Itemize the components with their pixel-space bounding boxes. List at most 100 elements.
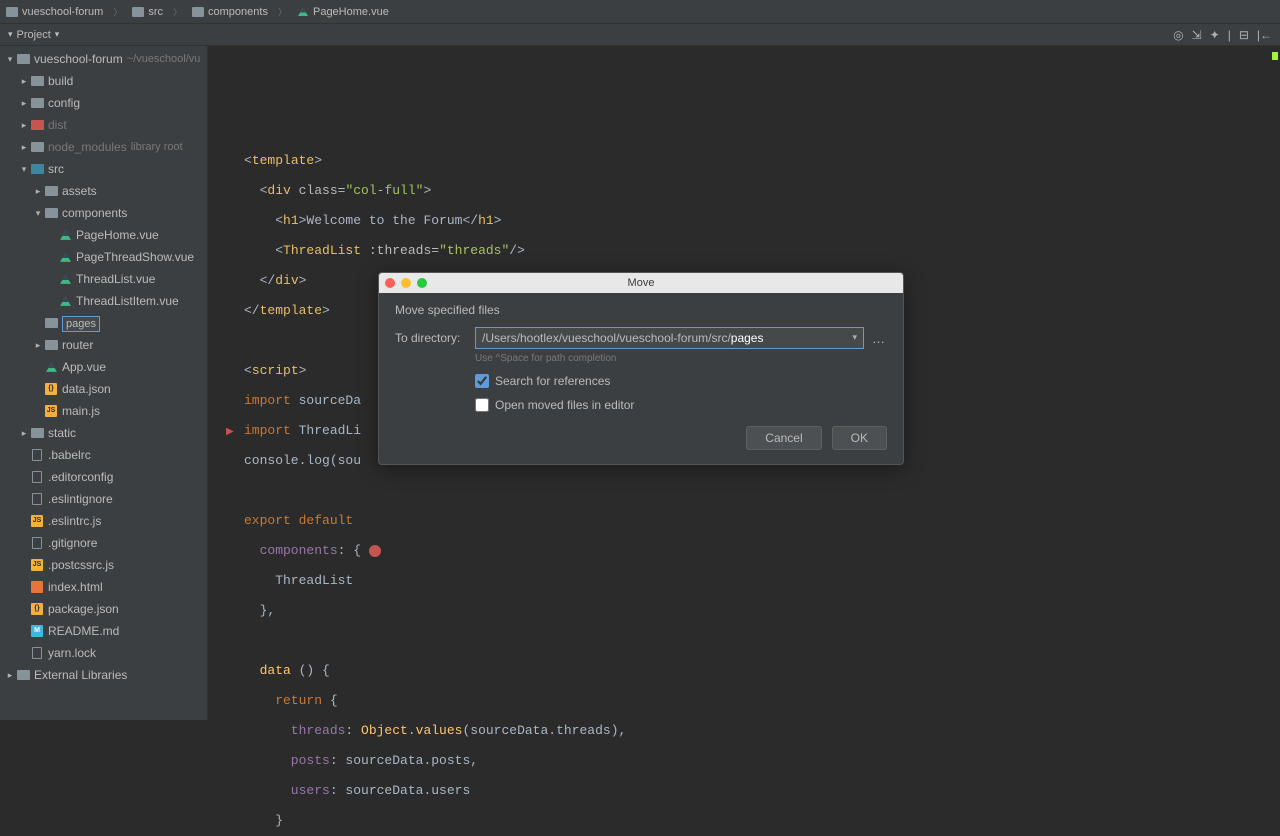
tree-item[interactable]: ▸dist (0, 114, 207, 136)
tree-item[interactable]: ▾components (0, 202, 207, 224)
breadcrumb-item[interactable]: vueschool-forum (6, 6, 103, 18)
project-tree[interactable]: ▾vueschool-forum~/vueschool/vu▸build▸con… (0, 46, 208, 720)
tree-item[interactable]: ▸JS.postcssrc.js (0, 554, 207, 576)
tree-item[interactable]: ▸PageThreadShow.vue (0, 246, 207, 268)
tree-arrow-icon[interactable]: ▸ (18, 428, 30, 439)
tree-arrow-icon[interactable]: ▾ (32, 208, 44, 219)
breadcrumb-label: src (148, 6, 163, 18)
hide-icon[interactable]: ⊟ (1239, 28, 1249, 42)
code-line[interactable]: data () { (244, 656, 1280, 686)
tree-item[interactable]: ▸ assets (0, 180, 207, 202)
tree-item[interactable]: ▸{}data.json (0, 378, 207, 400)
tree-item[interactable]: ▸router (0, 334, 207, 356)
tree-item[interactable]: ▸.gitignore (0, 532, 207, 554)
chevron-down-icon[interactable]: ▾ (8, 29, 13, 40)
tree-arrow-icon[interactable]: ▾ (4, 54, 16, 65)
code-line[interactable]: posts: sourceData.posts, (244, 746, 1280, 776)
vue-icon (58, 228, 72, 242)
tree-item[interactable]: ▸PageHome.vue (0, 224, 207, 246)
breadcrumb-item[interactable]: components (192, 6, 268, 18)
tree-item[interactable]: ▸node_moduleslibrary root (0, 136, 207, 158)
tree-arrow-icon[interactable]: ▸ (18, 142, 30, 153)
tree-item[interactable]: ▸App.vue (0, 356, 207, 378)
to-directory-input[interactable]: /Users/hootlex/vueschool/vueschool-forum… (475, 327, 864, 349)
tree-item[interactable]: ▸JSmain.js (0, 400, 207, 422)
chevron-down-icon[interactable]: ▾ (55, 29, 60, 40)
folder-icon (30, 74, 44, 88)
arrow-left-icon[interactable]: |← (1257, 28, 1272, 42)
code-line[interactable]: <template> (244, 146, 1280, 176)
json-icon: {} (30, 602, 44, 616)
collapse-icon[interactable]: ⇲ (1192, 28, 1202, 42)
code-line[interactable]: users: sourceData.users (244, 776, 1280, 806)
js-icon: JS (30, 558, 44, 572)
html-icon (30, 580, 44, 594)
separator-icon: | (1228, 28, 1231, 42)
code-line[interactable]: <ThreadList :threads="threads"/> (244, 236, 1280, 266)
code-line[interactable]: threads: Object.values(sourceData.thread… (244, 716, 1280, 746)
tree-item[interactable]: ▸.babelrc (0, 444, 207, 466)
target-icon[interactable]: ◎ (1173, 28, 1183, 42)
tree-item[interactable]: ▸index.html (0, 576, 207, 598)
tree-item[interactable]: ▸JS.eslintrc.js (0, 510, 207, 532)
vue-icon (58, 272, 72, 286)
tree-arrow-icon[interactable]: ▸ (18, 120, 30, 131)
breadcrumb-item[interactable]: PageHome.vue (297, 6, 389, 18)
code-line[interactable] (244, 476, 1280, 506)
chevron-right-icon: 〉 (278, 5, 287, 18)
tree-item[interactable]: ▸External Libraries (0, 664, 207, 686)
dialog-title: Move (379, 277, 903, 289)
tree-arrow-icon[interactable]: ▸ (4, 670, 16, 681)
code-line[interactable]: components: { (244, 536, 1280, 566)
tree-arrow-icon[interactable]: ▾ (18, 164, 30, 175)
browse-button[interactable]: … (870, 331, 887, 346)
tree-item-label: assets (62, 184, 97, 198)
tree-item[interactable]: ▸static (0, 422, 207, 444)
error-icon[interactable] (369, 545, 381, 557)
error-stripe-indicator (1272, 52, 1278, 60)
code-line[interactable]: ThreadList (244, 566, 1280, 596)
ok-button[interactable]: OK (832, 426, 887, 450)
tree-item[interactable]: ▸yarn.lock (0, 642, 207, 664)
cancel-button[interactable]: Cancel (746, 426, 821, 450)
tree-item[interactable]: ▸{}package.json (0, 598, 207, 620)
tree-item[interactable]: ▸pages (0, 312, 207, 334)
tree-item-label: .eslintignore (48, 492, 113, 506)
tree-item[interactable]: ▸.editorconfig (0, 466, 207, 488)
tree-arrow-icon[interactable]: ▸ (32, 186, 44, 197)
checkbox-input[interactable] (475, 398, 489, 412)
chevron-down-icon[interactable]: ▾ (852, 332, 857, 343)
tree-arrow-icon[interactable]: ▸ (18, 98, 30, 109)
checkbox-input[interactable] (475, 374, 489, 388)
tree-item[interactable]: ▸MREADME.md (0, 620, 207, 642)
code-line[interactable] (244, 626, 1280, 656)
code-line[interactable]: <h1>Welcome to the Forum</h1> (244, 206, 1280, 236)
tree-item[interactable]: ▾vueschool-forum~/vueschool/vu (0, 48, 207, 70)
code-line[interactable]: return { (244, 686, 1280, 716)
code-line[interactable]: <div class="col-full"> (244, 176, 1280, 206)
code-line[interactable]: }, (244, 596, 1280, 626)
tree-arrow-icon[interactable]: ▸ (18, 76, 30, 87)
dialog-titlebar[interactable]: Move (379, 273, 903, 293)
code-line[interactable]: export default (244, 506, 1280, 536)
code-line[interactable]: } (244, 806, 1280, 836)
tree-arrow-icon[interactable]: ▸ (32, 340, 44, 351)
tree-item[interactable]: ▸ThreadListItem.vue (0, 290, 207, 312)
settings-icon[interactable]: ✦ (1210, 28, 1220, 42)
open-moved-checkbox[interactable]: Open moved files in editor (475, 398, 887, 412)
tree-item-label: App.vue (62, 360, 106, 374)
tree-item[interactable]: ▸.eslintignore (0, 488, 207, 510)
tree-item-extra: library root (131, 141, 183, 153)
path-completion-hint: Use ^Space for path completion (475, 353, 887, 364)
js-icon: JS (44, 404, 58, 418)
tree-item[interactable]: ▸ThreadList.vue (0, 268, 207, 290)
breadcrumb-item[interactable]: src (132, 6, 163, 18)
tree-item[interactable]: ▸build (0, 70, 207, 92)
breadcrumb-label: vueschool-forum (22, 6, 103, 18)
folder-icon (44, 338, 58, 352)
folder-icon (44, 184, 58, 198)
tree-item[interactable]: ▸config (0, 92, 207, 114)
tree-item-label: .editorconfig (48, 470, 113, 484)
tree-item[interactable]: ▾src (0, 158, 207, 180)
search-references-checkbox[interactable]: Search for references (475, 374, 887, 388)
